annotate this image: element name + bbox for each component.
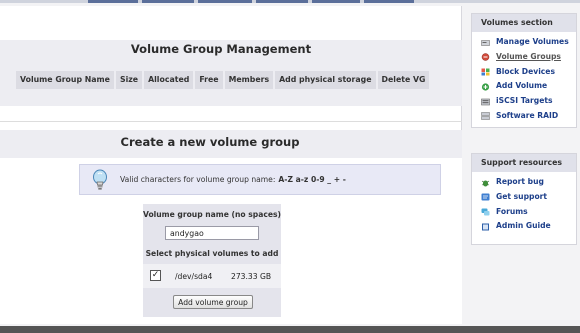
sidebar-item-volume-groups[interactable]: Volume Groups <box>472 50 576 65</box>
create-volume-group-section: Create a new volume group Valid characte… <box>0 130 462 324</box>
add-volume-group-button[interactable]: Add volume group <box>173 295 253 309</box>
sidebar-item-get-support[interactable]: Get support <box>472 190 576 205</box>
sidebar-item-label: Block Devices <box>496 66 555 76</box>
sidebar-item-block-devices[interactable]: Block Devices <box>472 65 576 80</box>
vg-name-input[interactable] <box>165 226 259 240</box>
column-allocated: Allocated <box>144 71 196 89</box>
pv-checkbox[interactable]: ✓ <box>150 270 161 281</box>
sidebar-item-admin-guide[interactable]: Admin Guide <box>472 219 576 234</box>
sidebar-item-label: Report bug <box>496 177 544 186</box>
sidebar-item-label: Get support <box>496 191 548 201</box>
raid-icon <box>481 112 490 121</box>
sidebar-item-forums[interactable]: Forums <box>472 205 576 220</box>
volume-group-icon <box>481 53 490 62</box>
pv-row: ✓ /dev/sda4 273.33 GB <box>143 264 281 288</box>
column-size: Size <box>115 71 145 89</box>
add-icon <box>481 83 490 91</box>
main-content: Volume Group Management Volume Group Nam… <box>0 6 462 324</box>
name-label: Volume group name (no spaces) <box>143 210 281 219</box>
create-vg-form: Volume group name (no spaces) Select phy… <box>143 204 281 317</box>
column-add-physical-storage: Add physical storage <box>275 71 378 89</box>
column-volume-group-name: Volume Group Name <box>16 71 116 89</box>
sidebar-item-label: Admin Guide <box>496 221 551 231</box>
support-resources-title: Support resources <box>472 154 576 172</box>
pv-device: /dev/sda4 <box>175 272 213 281</box>
volumes-section-title: Volumes section <box>472 14 576 32</box>
volume-group-management-section: Volume Group Management Volume Group Nam… <box>0 40 462 106</box>
block-device-icon <box>481 68 490 76</box>
pv-size: 273.33 GB <box>231 272 272 281</box>
guide-icon <box>482 223 489 231</box>
support-icon <box>481 193 490 201</box>
volumes-section-box: Volumes section Manage Volumes Volume Gr… <box>471 13 577 128</box>
create-vg-title: Create a new volume group <box>120 135 300 149</box>
bug-icon <box>481 180 490 186</box>
top-bar <box>0 0 580 3</box>
sidebar-item-iscsi-targets[interactable]: iSCSI Targets <box>472 94 576 109</box>
top-bar-segment <box>312 0 360 3</box>
support-resources-box: Support resources Report bug Get support <box>471 153 577 245</box>
sidebar-item-software-raid[interactable]: Software RAID <box>472 109 576 124</box>
vg-table-header: Volume Group Name Size Allocated Free Me… <box>16 71 432 89</box>
sidebar-item-label: Add Volume <box>496 81 548 91</box>
valid-characters-tip: Valid characters for volume group name: A… <box>79 164 441 195</box>
sidebar-item-label: iSCSI Targets <box>496 96 553 106</box>
sidebar-item-report-bug[interactable]: Report bug <box>472 175 576 190</box>
top-bar-segment <box>256 0 308 3</box>
pv-label: Select physical volumes to add <box>145 249 279 258</box>
sidebar-item-label: Software RAID <box>496 110 559 120</box>
iscsi-icon <box>481 98 490 105</box>
top-bar-segment <box>364 0 414 3</box>
column-free: Free <box>195 71 225 89</box>
forum-icon <box>481 208 490 216</box>
sidebar-item-label: Volume Groups <box>496 51 561 61</box>
tip-label: Valid characters for volume group name: <box>120 175 276 184</box>
top-bar-segment <box>142 0 194 3</box>
sidebar-item-label: Forums <box>496 206 528 216</box>
sidebar-item-add-volume[interactable]: Add Volume <box>472 79 576 94</box>
tip-valid-chars: A-Z a-z 0-9 _ + - <box>278 175 346 184</box>
sidebar-item-label: Manage Volumes <box>496 37 569 46</box>
top-bar-segment <box>88 0 138 3</box>
tip-text: Valid characters for volume group name: A… <box>120 175 346 184</box>
lightbulb-icon <box>93 169 107 190</box>
top-bar-segment <box>198 0 252 3</box>
sidebar-item-manage-volumes[interactable]: Manage Volumes <box>472 35 576 50</box>
column-members: Members <box>224 71 276 89</box>
column-delete-vg: Delete VG <box>377 71 432 89</box>
section-divider <box>0 121 462 122</box>
disk-icon <box>481 39 490 46</box>
vgm-title: Volume Group Management <box>130 42 312 56</box>
bottom-bar <box>0 326 580 333</box>
